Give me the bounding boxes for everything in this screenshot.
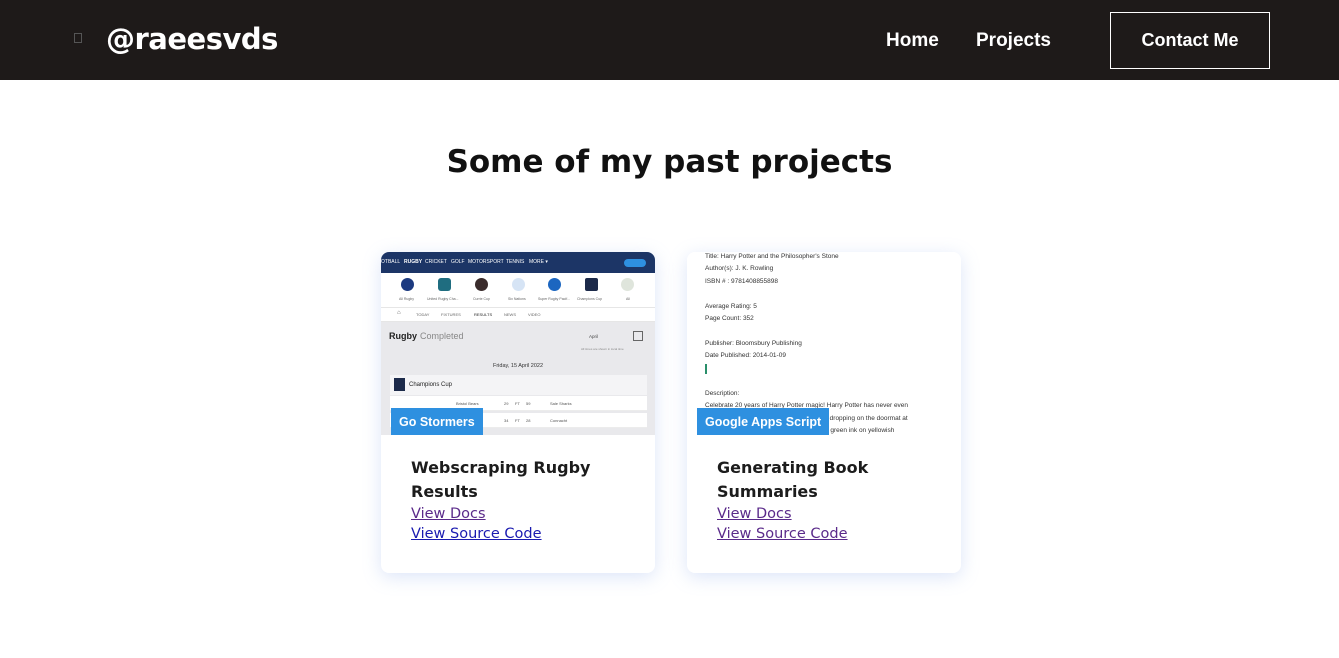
thumb-login-pill bbox=[624, 259, 646, 267]
view-docs-link[interactable]: View Docs bbox=[411, 504, 641, 524]
thumb-book-line: Author(s): J. K. Rowling bbox=[705, 265, 774, 272]
champions-cup-icon bbox=[585, 278, 598, 291]
super-rugby-icon bbox=[548, 278, 561, 291]
thumb-tab: RESULTS bbox=[474, 312, 493, 317]
menu-icon[interactable] bbox=[74, 33, 82, 43]
cursor-mark bbox=[705, 364, 707, 374]
thumb-away-team: Connacht bbox=[550, 418, 568, 423]
project-tag: Google Apps Script bbox=[697, 408, 830, 435]
thumb-nav-item: OTBALL bbox=[381, 259, 401, 265]
section-title: Some of my past projects bbox=[446, 144, 893, 180]
thumb-away-team: Sale Sharks bbox=[550, 401, 572, 406]
thumb-tab: FIXTURES bbox=[441, 312, 461, 317]
project-title: Webscraping Rugby Results bbox=[411, 458, 591, 501]
thumb-date: Friday, 15 April 2022 bbox=[492, 363, 544, 369]
thumb-home-score: 29 bbox=[504, 401, 509, 406]
six-nations-icon bbox=[512, 278, 525, 291]
thumb-competition-icons: All Rugby United Rugby Cha... Currie Cup… bbox=[381, 273, 655, 307]
thumb-book-line: Average Rating: 5 bbox=[705, 303, 757, 310]
navbar: @raeesvds Home Projects Contact Me bbox=[0, 0, 1339, 80]
thumb-book-line: ISBN # : 9781408855898 bbox=[705, 278, 779, 285]
view-source-link[interactable]: View Source Code bbox=[717, 524, 947, 544]
thumb-status-label: Completed bbox=[420, 331, 464, 341]
project-title: Generating Book Summaries bbox=[717, 458, 869, 501]
thumb-tab: TODAY bbox=[416, 312, 430, 317]
thumb-book-line: Title: Harry Potter and the Philosopher'… bbox=[705, 253, 839, 260]
champions-cup-icon bbox=[394, 378, 405, 391]
thumb-sport-label: Rugby bbox=[389, 331, 417, 341]
thumb-tabs: ⌂ TODAY FIXTURES RESULTS NEWS VIDEO bbox=[381, 307, 655, 322]
thumb-home-score: 34 bbox=[504, 418, 509, 423]
urc-logo-icon bbox=[438, 278, 451, 291]
project-card-rugby: OTBALL RUGBY CRICKET GOLF MOTORSPORT TEN… bbox=[381, 252, 655, 573]
thumb-away-score: 28 bbox=[526, 418, 531, 423]
thumb-competition-name: Champions Cup bbox=[409, 382, 453, 388]
thumb-comp-label: Super Rugby Pacif... bbox=[538, 297, 571, 301]
thumb-tab: NEWS bbox=[504, 312, 516, 317]
brand-logo[interactable]: @raeesvds bbox=[106, 22, 278, 56]
thumb-away-score: 59 bbox=[526, 401, 531, 406]
project-thumbnail[interactable]: Title: Harry Potter and the Philosopher'… bbox=[687, 252, 961, 435]
currie-cup-icon bbox=[475, 278, 488, 291]
thumb-book-line: Date Published: 2014-01-09 bbox=[705, 352, 786, 359]
thumb-comp-label: United Rugby Cha... bbox=[427, 297, 459, 301]
thumb-comp-label: All Rugby bbox=[399, 297, 414, 301]
view-docs-link[interactable]: View Docs bbox=[717, 504, 947, 524]
more-dots-icon bbox=[621, 278, 634, 291]
thumb-book-line: Description: bbox=[705, 390, 740, 397]
card-body: Webscraping Rugby Results View Docs View… bbox=[411, 456, 641, 544]
home-icon: ⌂ bbox=[397, 310, 401, 316]
card-body: Generating Book Summaries View Docs View… bbox=[717, 456, 947, 544]
thumb-nav-item: GOLF bbox=[451, 259, 465, 265]
thumb-match-status: FT bbox=[515, 418, 520, 423]
thumb-comp-label: Currie Cup bbox=[473, 297, 490, 301]
thumb-comp-label: Champions Cup bbox=[577, 297, 603, 301]
thumb-comp-label: Six Nations bbox=[508, 297, 526, 301]
project-thumbnail[interactable]: OTBALL RUGBY CRICKET GOLF MOTORSPORT TEN… bbox=[381, 252, 655, 435]
thumb-comp-label: All bbox=[626, 297, 630, 301]
thumb-nav-item: RUGBY bbox=[404, 259, 423, 265]
thumb-month: April bbox=[589, 334, 599, 339]
thumb-top-nav: OTBALL RUGBY CRICKET GOLF MOTORSPORT TEN… bbox=[381, 252, 655, 273]
nav-link-home[interactable]: Home bbox=[886, 30, 939, 52]
thumb-book-line: Page Count: 352 bbox=[705, 315, 754, 322]
thumb-nav-item: MORE ▾ bbox=[529, 259, 548, 265]
thumb-nav-item: CRICKET bbox=[425, 259, 447, 265]
thumb-timezone-note: All times are shown in local time bbox=[581, 347, 624, 351]
nav-link-projects[interactable]: Projects bbox=[976, 30, 1051, 52]
project-tag: Go Stormers bbox=[391, 408, 483, 435]
rugby-ball-icon bbox=[401, 278, 414, 291]
thumb-match-status: FT bbox=[515, 401, 520, 406]
thumb-tab: VIDEO bbox=[528, 312, 541, 317]
thumb-nav-item: MOTORSPORT bbox=[468, 259, 504, 265]
thumb-home-team: Bristol Bears bbox=[456, 401, 479, 406]
view-source-link[interactable]: View Source Code bbox=[411, 524, 641, 544]
thumb-competition-header: Champions Cup bbox=[390, 375, 647, 395]
project-card-books: Title: Harry Potter and the Philosopher'… bbox=[687, 252, 961, 573]
thumb-book-line: Publisher: Bloomsbury Publishing bbox=[705, 340, 802, 347]
calendar-icon bbox=[633, 331, 643, 341]
thumb-nav-item: TENNIS bbox=[506, 259, 525, 265]
contact-button[interactable]: Contact Me bbox=[1110, 12, 1270, 69]
